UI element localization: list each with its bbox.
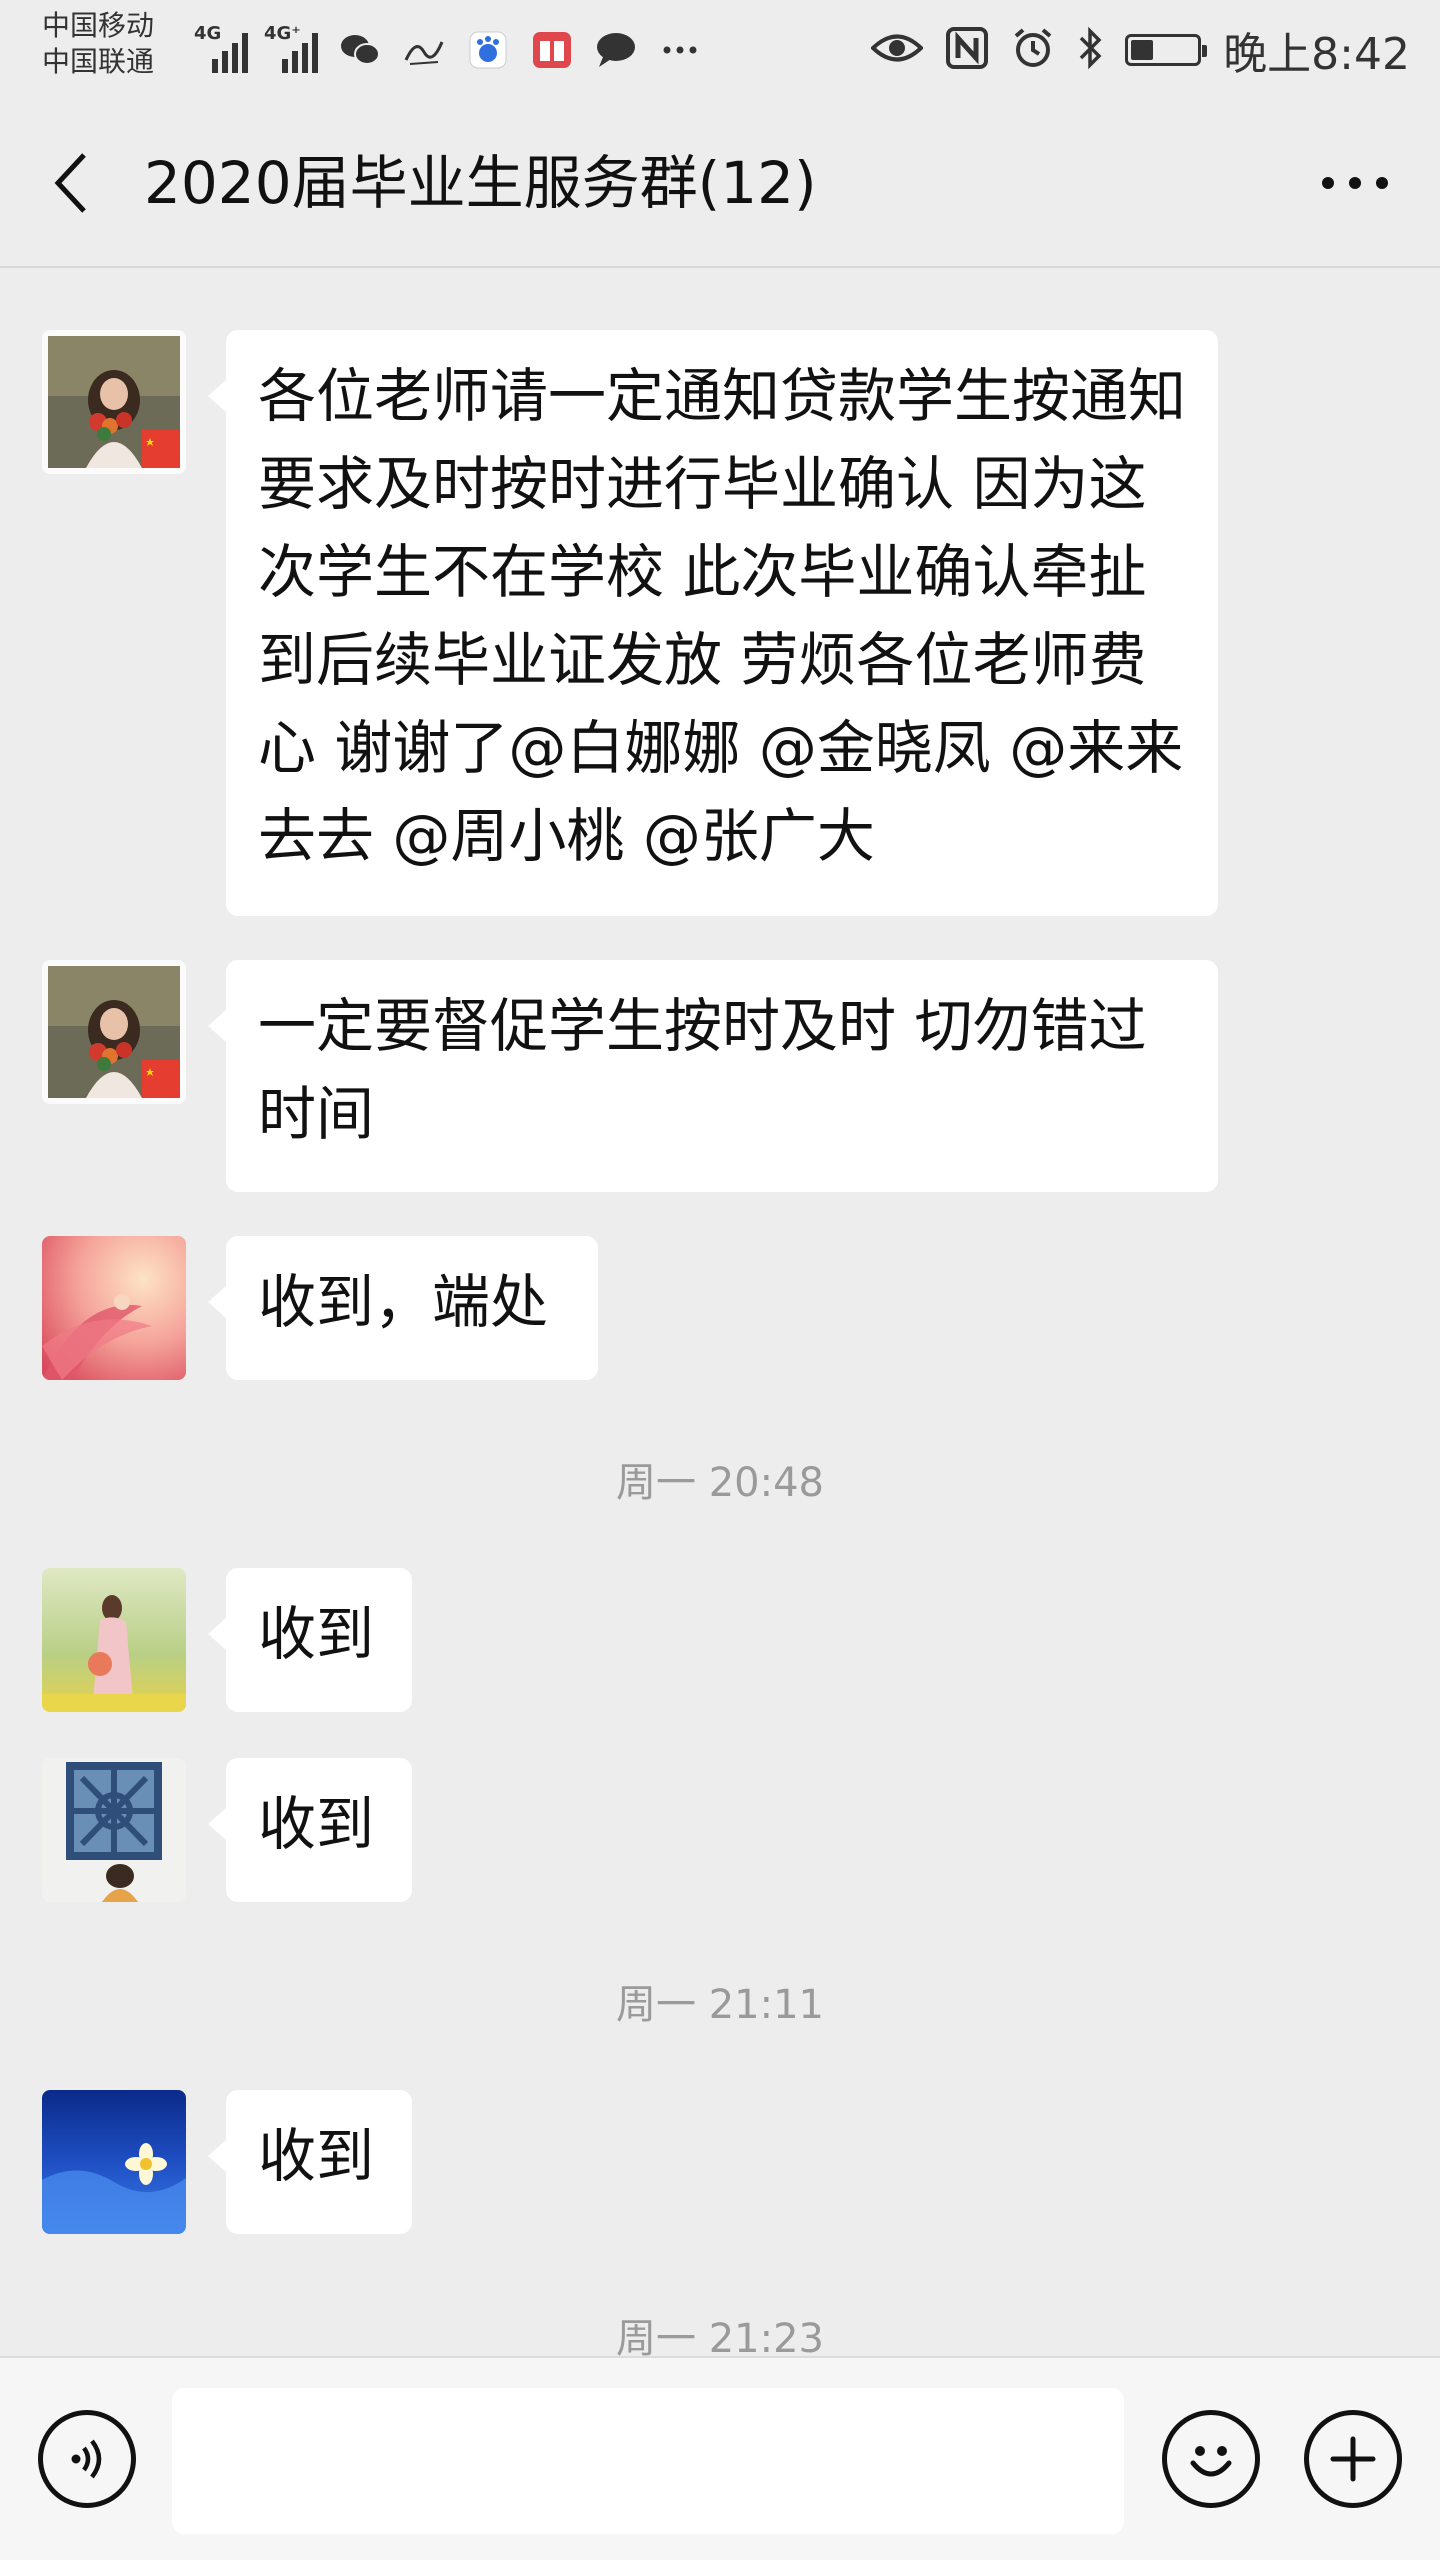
emoji-icon bbox=[1190, 2446, 1232, 2477]
more-notifications-icon bbox=[658, 30, 702, 70]
chat-title: 2020届毕业生服务群(12) bbox=[144, 149, 817, 217]
message-input[interactable] bbox=[172, 2388, 1124, 2534]
nfc-icon bbox=[945, 26, 989, 74]
avatar-woman-flowers-flag-icon bbox=[42, 960, 186, 1104]
avatar[interactable] bbox=[42, 330, 186, 474]
network-type-label-2: 4G⁺ bbox=[264, 23, 301, 44]
message-bubble[interactable]: 收到，端处 bbox=[208, 1236, 598, 1380]
avatar-window-lattice-icon bbox=[42, 1758, 186, 1902]
avatar[interactable] bbox=[42, 2090, 186, 2234]
book-app-icon bbox=[530, 30, 574, 70]
battery-icon bbox=[1125, 34, 1208, 66]
message-bubble[interactable]: 收到 bbox=[208, 2090, 412, 2234]
avatar-woman-flowers-flag-icon bbox=[42, 330, 186, 474]
message-timestamp: 周一 20:48 bbox=[616, 1460, 824, 1506]
status-icons-left: 4G 4G⁺ bbox=[194, 22, 702, 78]
chat-header: 2020届毕业生服务群(12) bbox=[0, 100, 1440, 268]
more-dots-icon bbox=[1322, 177, 1388, 189]
input-bar bbox=[0, 2356, 1440, 2560]
avatar-pink-flower-icon bbox=[42, 1236, 186, 1380]
back-button[interactable] bbox=[40, 148, 100, 218]
status-icons-right: 晚上8:42 bbox=[870, 18, 1410, 82]
signal-icon-2: 4G⁺ bbox=[264, 23, 318, 73]
message-timestamp: 周一 21:11 bbox=[616, 1982, 824, 2028]
avatar-blue-water-flower-icon bbox=[42, 2090, 186, 2234]
avatar-girl-field-icon bbox=[42, 1568, 186, 1712]
baidu-icon bbox=[466, 30, 510, 70]
voice-button[interactable] bbox=[38, 2410, 136, 2508]
plus-button[interactable] bbox=[1304, 2410, 1402, 2508]
carrier-1: 中国移动 bbox=[42, 9, 155, 42]
wechat-icon bbox=[338, 30, 382, 70]
carrier-2: 中国联通 bbox=[42, 45, 155, 78]
more-button[interactable] bbox=[1310, 148, 1400, 218]
bluetooth-icon bbox=[1077, 26, 1103, 74]
xuexi-app-icon bbox=[402, 30, 446, 70]
emoji-button[interactable] bbox=[1162, 2410, 1260, 2508]
message-bubble[interactable]: 收到 bbox=[208, 1568, 412, 1712]
carrier-labels: 中国移动 中国联通 bbox=[42, 8, 154, 80]
avatar[interactable] bbox=[42, 1568, 186, 1712]
message-bubble[interactable]: 各位老师请一定通知贷款学生按通知要求及时按时进行毕业确认 因为这次学生不在学校 … bbox=[208, 330, 1218, 916]
status-time: 晚上8:42 bbox=[1223, 29, 1410, 80]
chevron-left-icon bbox=[54, 153, 86, 213]
plus-icon bbox=[1330, 2436, 1376, 2482]
message-bubble[interactable]: 一定要督促学生按时及时 切勿错过时间 bbox=[208, 960, 1218, 1192]
voice-icon bbox=[71, 2439, 102, 2479]
message-bubble[interactable]: 收到 bbox=[208, 1758, 412, 1902]
eye-icon bbox=[870, 31, 925, 69]
alarm-icon bbox=[1011, 26, 1055, 74]
avatar[interactable] bbox=[42, 960, 186, 1104]
status-bar: 中国移动 中国联通 4G 4G⁺ 晚上8:42 bbox=[0, 0, 1440, 100]
signal-icon-1: 4G bbox=[194, 23, 248, 73]
avatar[interactable] bbox=[42, 1236, 186, 1380]
network-type-label-1: 4G bbox=[194, 23, 222, 44]
avatar[interactable] bbox=[42, 1758, 186, 1902]
message-icon bbox=[594, 30, 638, 70]
